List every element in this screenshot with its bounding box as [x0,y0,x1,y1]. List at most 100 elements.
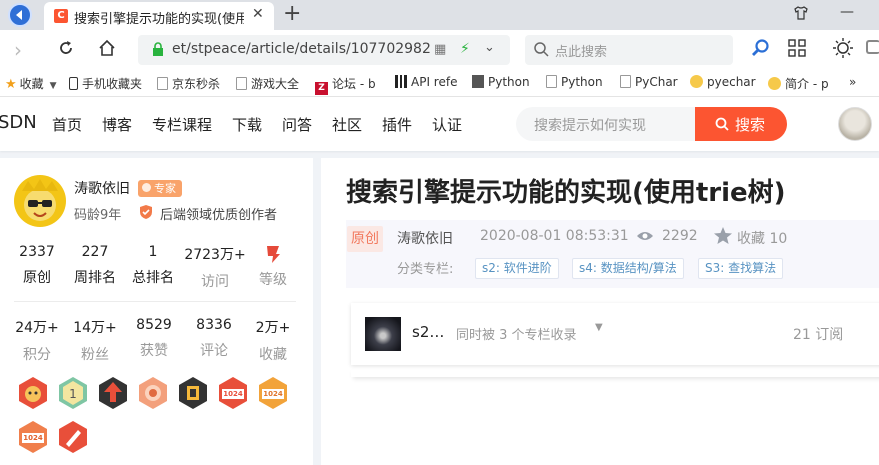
bookmark-item[interactable]: API refe [395,75,457,89]
bookmark-item[interactable]: PyChar [620,75,678,89]
badge-1024-icon[interactable]: 1024 [216,376,250,410]
user-avatar[interactable] [838,107,872,141]
bookmarks-more-button[interactable]: » [849,75,856,89]
star-icon[interactable] [714,227,732,244]
bookmark-item[interactable]: pyechar [690,75,756,89]
window-minimize-button[interactable]: — [840,4,854,20]
bookmark-label: 手机收藏夹 [82,77,143,91]
author-name[interactable]: 涛歌依旧 [74,178,130,198]
level-icon [267,246,280,263]
tab-close-icon[interactable]: ✕ [252,6,264,22]
forward-icon[interactable]: › [14,38,22,62]
bookmark-item[interactable]: 简介 - p [768,75,829,92]
column-tag[interactable]: s4: 数据结构/算法 [572,258,684,279]
stat-visits[interactable]: 2723万+ 访问 [183,244,247,291]
home-icon[interactable] [97,38,117,58]
site-search-button[interactable]: 搜索 [695,107,787,141]
author-avatar[interactable] [14,175,66,227]
stat-value: 14万+ [73,320,117,336]
search-button-icon[interactable] [751,38,771,58]
stat-comments[interactable]: 8336 评论 [186,317,242,360]
badge-monkey-icon[interactable] [16,376,50,410]
nav-home[interactable]: 首页 [52,114,82,135]
expert-badge: 专家 [138,180,182,197]
page-icon [620,75,631,88]
url-field[interactable]: et/stpeace/article/details/107702982 ▦ ⚡… [138,35,510,65]
stat-value: 2万+ [255,320,291,336]
badge-1024-gold-icon[interactable]: 1024 [256,376,290,410]
column-card[interactable]: s2… 同时被 3 个专栏收录 ▼ 21 订阅 [351,303,879,365]
chevron-down-icon[interactable]: ⌄ [484,40,495,55]
shield-check-icon [140,205,152,219]
apps-grid-icon[interactable] [788,39,806,57]
badge-image [179,377,207,409]
badge-first-icon[interactable]: 1 [56,376,90,410]
stat-level[interactable]: 等级 [245,244,301,289]
article-title: 搜索引擎提示功能的实现(使用trie树) [346,178,786,208]
stat-label: 收藏 [259,347,287,363]
skin-icon[interactable] [793,5,809,21]
star-icon: ★ [5,77,17,92]
arrow-left-icon [16,10,22,20]
badge-book-icon[interactable] [176,376,210,410]
bookmark-item[interactable]: Python [546,75,603,89]
address-bar-row: › et/stpeace/article/details/107702982 ▦… [0,30,879,70]
browser-tab-active[interactable]: C 搜索引擎提示功能的实现(使用trie ✕ [44,2,274,30]
column-thumbnail [365,317,401,351]
nav-qa[interactable]: 问答 [282,114,312,135]
stat-value: 1 [148,244,158,260]
caret-down-icon: ▼ [49,81,57,91]
site-search-input[interactable]: 搜索提示如何实现 [516,107,696,141]
article-favorites[interactable]: 收藏 10 [737,228,787,248]
site-search-button-label: 搜索 [735,116,766,134]
column-tag[interactable]: S3: 查找算法 [698,258,784,279]
column-name[interactable]: s2… [412,323,444,341]
site-logo[interactable]: SDN [0,112,37,133]
caret-down-icon[interactable]: ▼ [595,322,603,333]
badge-1024-orange-icon[interactable]: 1024 [16,420,50,454]
badge-rise-icon[interactable] [96,376,130,410]
bookmark-favorites[interactable]: ★ 收藏 ▼ [5,75,57,92]
phone-icon [69,77,78,90]
nav-community[interactable]: 社区 [332,114,362,135]
bookmark-item[interactable]: Z 论坛 - b [315,75,376,95]
qr-code-icon[interactable]: ▦ [434,42,446,57]
new-tab-button[interactable]: + [283,1,301,27]
bookmark-item[interactable]: 游戏大全 [236,75,299,92]
column-card-stack [351,365,879,377]
badge-1024-text: 1024 [23,434,43,442]
column-subscribers: 21 订阅 [793,327,844,343]
bookmark-item[interactable]: 手机收藏夹 [69,75,142,92]
stat-total-rank[interactable]: 1 总排名 [125,244,181,287]
browser-search-input[interactable]: 点此搜索 [525,35,733,65]
stat-value: 227 [81,244,109,260]
stat-points[interactable]: 24万+ 积分 [9,317,65,364]
article-main: 搜索引擎提示功能的实现(使用trie树) 原创 涛歌依旧 2020-08-01 … [321,158,879,465]
bookmark-item[interactable]: 京东秒杀 [157,75,220,92]
stat-favorites[interactable]: 2万+ 收藏 [245,317,301,364]
bookmark-label: 简介 - p [785,77,829,91]
column-info[interactable]: 同时被 3 个专栏收录 [456,324,577,343]
reload-icon[interactable] [56,38,76,58]
badge-award-icon[interactable] [136,376,170,410]
nav-columns[interactable]: 专栏课程 [152,114,212,135]
badge-pen-icon[interactable] [56,420,90,454]
smiley-icon [768,77,781,90]
nav-download[interactable]: 下载 [232,114,262,135]
speed-mode-icon[interactable]: ⚡ [460,41,470,57]
stat-likes[interactable]: 8529 获赞 [126,317,182,360]
stat-value: 24万+ [15,320,59,336]
brightness-icon[interactable] [833,38,853,58]
nav-certification[interactable]: 认证 [432,114,462,135]
stat-weekly-rank[interactable]: 227 周排名 [67,244,123,287]
nav-blog[interactable]: 博客 [102,114,132,135]
stat-original[interactable]: 2337 原创 [9,244,65,287]
menu-icon[interactable] [866,40,879,54]
nav-plugins[interactable]: 插件 [382,114,412,135]
stat-fans[interactable]: 14万+ 粉丝 [67,317,123,364]
page-icon [157,77,168,90]
column-tag[interactable]: s2: 软件进阶 [475,258,559,279]
article-author[interactable]: 涛歌依旧 [397,228,453,248]
bookmark-item[interactable]: Python [472,75,530,89]
browser-back-button[interactable] [8,3,32,27]
